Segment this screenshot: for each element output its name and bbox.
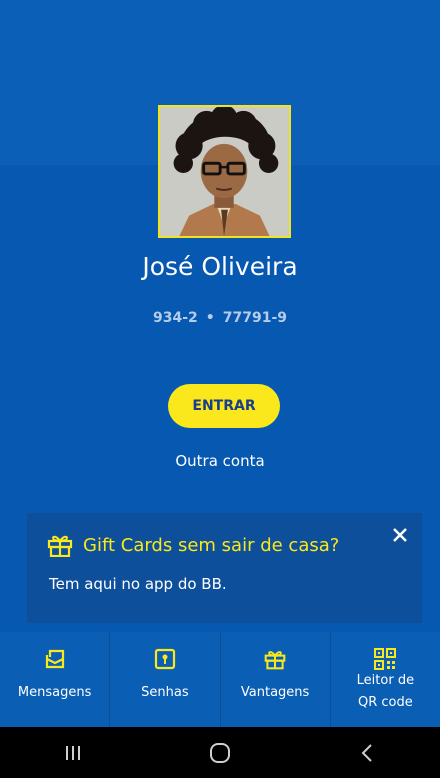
nav-item-mensagens[interactable]: Mensagens: [0, 632, 111, 727]
promo-title: Gift Cards sem sair de casa?: [83, 534, 340, 556]
qr-code-icon: [374, 648, 397, 670]
enter-button[interactable]: ENTRAR: [168, 384, 280, 428]
account-info: 934-2 • 77791-9: [0, 310, 440, 326]
nav-label: Mensagens: [17, 685, 92, 700]
agency-number: 934-2: [153, 310, 198, 326]
promo-banner[interactable]: Gift Cards sem sair de casa? Tem aqui no…: [27, 513, 422, 623]
nav-item-qr-code[interactable]: Leitor de QR code: [331, 632, 440, 727]
message-icon: [44, 648, 66, 670]
nav-label: Leitor de QR code: [353, 670, 418, 714]
gift-icon: [264, 648, 286, 670]
home-icon[interactable]: [200, 738, 240, 768]
account-number: 77791-9: [222, 310, 287, 326]
password-icon: [154, 648, 176, 670]
close-icon[interactable]: [388, 523, 412, 547]
back-icon[interactable]: [347, 738, 387, 768]
profile-photo: [160, 107, 289, 236]
separator: •: [205, 310, 215, 326]
bottom-nav: Mensagens Senhas Vantagens Leitor de QR …: [0, 632, 440, 727]
promo-title-row: Gift Cards sem sair de casa?: [47, 533, 339, 557]
user-name: José Oliveira: [142, 252, 298, 281]
nav-item-senhas[interactable]: Senhas: [110, 632, 221, 727]
recents-icon[interactable]: [53, 738, 93, 768]
nav-label-line1: Leitor de: [356, 673, 415, 688]
nav-item-vantagens[interactable]: Vantagens: [221, 632, 331, 727]
system-nav-bar: [0, 727, 440, 778]
other-account-link[interactable]: Outra conta: [0, 452, 440, 470]
promo-body: Tem aqui no app do BB.: [49, 575, 227, 593]
gift-icon: [47, 535, 73, 557]
nav-label-line2: QR code: [358, 695, 413, 710]
nav-label: Senhas: [141, 685, 189, 700]
avatar: [158, 105, 291, 238]
nav-label: Vantagens: [240, 685, 310, 700]
